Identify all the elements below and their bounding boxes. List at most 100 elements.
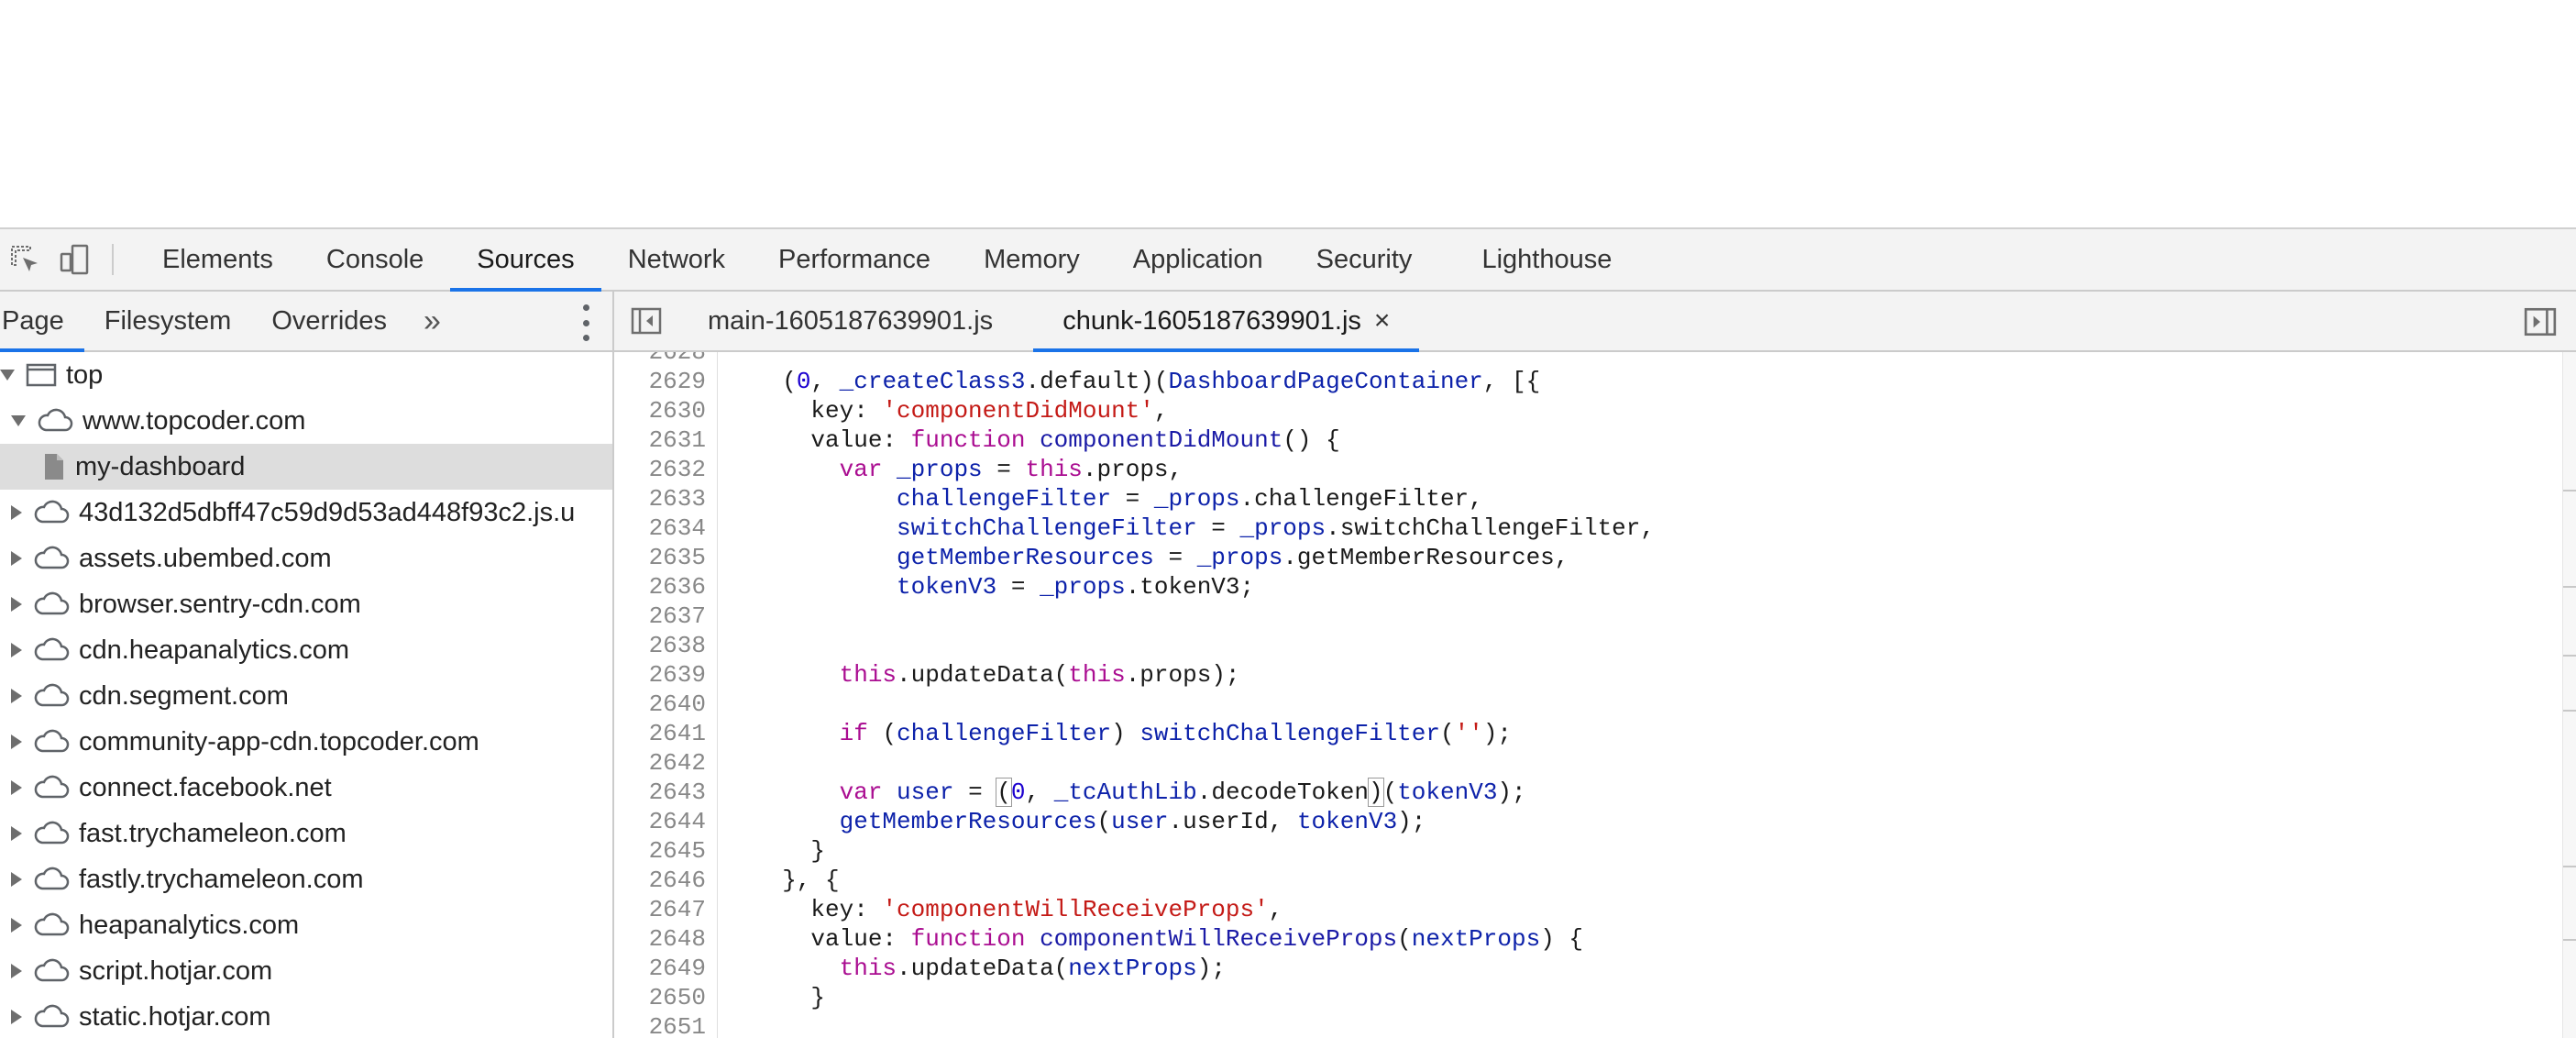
code-line[interactable]: value: function componentWillReceiveProp… (754, 924, 1583, 954)
navigator-tab-filesystem[interactable]: Filesystem (84, 292, 252, 350)
navigator-tab-page[interactable]: Page (0, 292, 84, 352)
line-number[interactable]: 2643 (614, 778, 706, 807)
kebab-menu-icon[interactable] (581, 304, 590, 341)
code-line[interactable]: (0, _createClass3.default)(DashboardPage… (754, 367, 1540, 396)
line-number[interactable]: 2645 (614, 836, 706, 866)
tree-item-assets-ubembed-com[interactable]: assets.ubembed.com (0, 536, 612, 581)
expand-arrow-icon[interactable] (11, 415, 26, 426)
collapse-arrow-icon[interactable] (11, 826, 22, 841)
tree-item-static-hotjar-com[interactable]: static.hotjar.com (0, 994, 612, 1038)
tree-item-www-topcoder-com[interactable]: www.topcoder.com (0, 398, 612, 444)
close-tab-icon[interactable]: × (1374, 305, 1391, 337)
code-line[interactable]: var _props = this.props, (754, 455, 1183, 484)
line-number[interactable]: 2628 (614, 352, 706, 367)
tree-item-my-dashboard[interactable]: my-dashboard (0, 444, 612, 490)
line-number[interactable]: 2631 (614, 425, 706, 455)
tab-elements[interactable]: Elements (136, 229, 300, 290)
line-number[interactable]: 2647 (614, 895, 706, 924)
expand-arrow-icon[interactable] (0, 370, 15, 381)
code-view[interactable]: 2628 2629 (0, _createClass3.default)(Dash… (614, 352, 2558, 1038)
device-toolbar-icon[interactable] (50, 229, 99, 290)
line-number[interactable]: 2636 (614, 572, 706, 602)
collapse-arrow-icon[interactable] (11, 780, 22, 795)
tab-security[interactable]: Security (1290, 229, 1439, 290)
code-line[interactable]: } (754, 983, 825, 1012)
collapse-arrow-icon[interactable] (11, 964, 22, 978)
line-number[interactable]: 2638 (614, 631, 706, 660)
tree-item-cdn-heapanalytics-com[interactable]: cdn.heapanalytics.com (0, 627, 612, 673)
collapse-arrow-icon[interactable] (11, 689, 22, 703)
collapse-arrow-icon[interactable] (11, 918, 22, 933)
code-line[interactable]: }, { (754, 866, 839, 895)
tab-console[interactable]: Console (300, 229, 450, 290)
code-line[interactable]: key: 'componentDidMount', (754, 396, 1168, 425)
code-token: .userId, (1168, 808, 1297, 835)
code-line[interactable]: getMemberResources = _props.getMemberRes… (754, 543, 1569, 572)
line-number[interactable]: 2641 (614, 719, 706, 748)
line-number[interactable]: 2633 (614, 484, 706, 513)
toggle-debugger-icon[interactable] (2523, 304, 2558, 344)
code-line[interactable]: challengeFilter = _props.challengeFilter… (754, 484, 1483, 513)
code-line[interactable]: tokenV3 = _props.tokenV3; (754, 572, 1254, 602)
tree-item-43d132d5dbff47c59d9d53ad448f93c2-js-u[interactable]: 43d132d5dbff47c59d9d53ad448f93c2.js.u (0, 490, 612, 536)
code-token: ( (754, 368, 797, 395)
tab-application[interactable]: Application (1106, 229, 1290, 290)
line-number[interactable]: 2646 (614, 866, 706, 895)
collapse-arrow-icon[interactable] (11, 643, 22, 657)
line-number[interactable]: 2629 (614, 367, 706, 396)
line-number[interactable]: 2632 (614, 455, 706, 484)
collapse-arrow-icon[interactable] (11, 505, 22, 520)
tree-item-cdn-segment-com[interactable]: cdn.segment.com (0, 673, 612, 719)
collapse-arrow-icon[interactable] (11, 551, 22, 566)
editor-scrollbar[interactable] (2562, 352, 2576, 1038)
code-token: challengeFilter (897, 485, 1112, 513)
code-line[interactable]: value: function componentDidMount() { (754, 425, 1339, 455)
line-number[interactable]: 2648 (614, 924, 706, 954)
more-tabs-chevron-icon[interactable]: » (407, 292, 457, 350)
navigator-tab-overrides[interactable]: Overrides (251, 292, 407, 350)
collapse-arrow-icon[interactable] (11, 872, 22, 887)
collapse-arrow-icon[interactable] (11, 597, 22, 612)
line-number[interactable]: 2644 (614, 807, 706, 836)
code-line[interactable]: if (challengeFilter) switchChallengeFilt… (754, 719, 1512, 748)
code-line[interactable]: key: 'componentWillReceiveProps', (754, 895, 1282, 924)
toggle-navigator-icon[interactable] (614, 292, 678, 350)
tree-item-community-app-cdn-topcoder-com[interactable]: community-app-cdn.topcoder.com (0, 719, 612, 765)
tree-item-connect-facebook-net[interactable]: connect.facebook.net (0, 765, 612, 811)
line-number[interactable]: 2635 (614, 543, 706, 572)
tab-memory[interactable]: Memory (957, 229, 1106, 290)
line-number[interactable]: 2640 (614, 690, 706, 719)
tree-item-script-hotjar-com[interactable]: script.hotjar.com (0, 948, 612, 994)
tab-label: Application (1132, 244, 1263, 274)
line-number[interactable]: 2650 (614, 983, 706, 1012)
collapse-arrow-icon[interactable] (11, 734, 22, 749)
tree-item-browser-sentry-cdn-com[interactable]: browser.sentry-cdn.com (0, 581, 612, 627)
line-number[interactable]: 2642 (614, 748, 706, 778)
line-number[interactable]: 2637 (614, 602, 706, 631)
line-number[interactable]: 2639 (614, 660, 706, 690)
toolbar-divider (112, 244, 114, 275)
code-line[interactable]: this.updateData(nextProps); (754, 954, 1226, 983)
tab-sources[interactable]: Sources (450, 229, 602, 292)
tree-item-fast-trychameleon-com[interactable]: fast.trychameleon.com (0, 811, 612, 856)
tree-item-heapanalytics-com[interactable]: heapanalytics.com (0, 902, 612, 948)
tab-lighthouse[interactable]: Lighthouse (1455, 229, 1638, 290)
line-number[interactable]: 2651 (614, 1012, 706, 1038)
collapse-arrow-icon[interactable] (11, 1010, 22, 1024)
tree-item-top[interactable]: top (0, 352, 612, 398)
line-number[interactable]: 2630 (614, 396, 706, 425)
code-line[interactable]: switchChallengeFilter = _props.switchCha… (754, 513, 1655, 543)
code-line[interactable]: } (754, 836, 825, 866)
code-line[interactable]: getMemberResources(user.userId, tokenV3)… (754, 807, 1426, 836)
tab-label: Memory (984, 244, 1080, 274)
line-number[interactable]: 2649 (614, 954, 706, 983)
tab-performance[interactable]: Performance (752, 229, 957, 290)
code-line[interactable]: this.updateData(this.props); (754, 660, 1240, 690)
file-tab-main-1605187639901-js[interactable]: main-1605187639901.js (678, 292, 1022, 350)
line-number[interactable]: 2634 (614, 513, 706, 543)
tab-network[interactable]: Network (601, 229, 752, 290)
tree-item-fastly-trychameleon-com[interactable]: fastly.trychameleon.com (0, 856, 612, 902)
code-line[interactable]: var user = (0, _tcAuthLib.decodeToken)(t… (754, 778, 1526, 807)
inspect-element-icon[interactable] (0, 229, 50, 290)
file-tab-chunk-1605187639901-js[interactable]: chunk-1605187639901.js × (1033, 292, 1420, 352)
